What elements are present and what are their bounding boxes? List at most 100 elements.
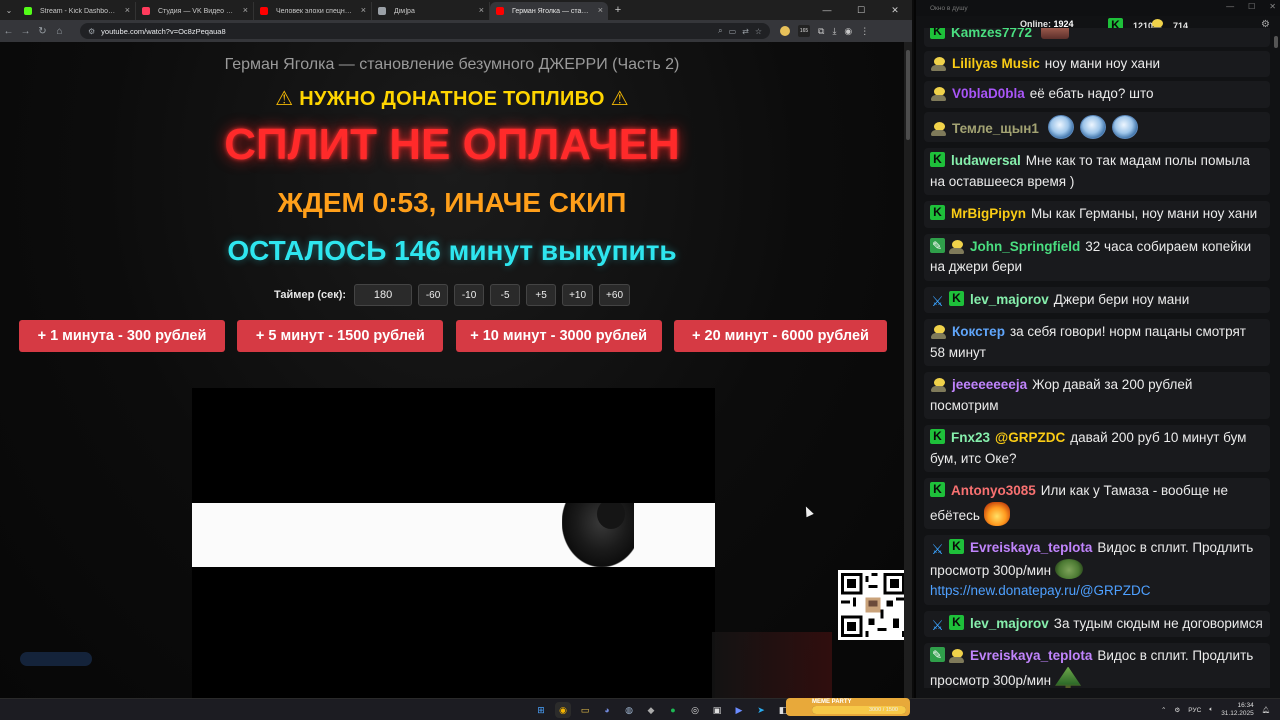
chat-mention[interactable]: @GRPZDC	[995, 430, 1065, 445]
app-icon[interactable]: ◆	[643, 702, 659, 718]
profile-icon[interactable]: ◉	[844, 26, 852, 37]
page-scrollbar[interactable]	[904, 42, 912, 698]
chat-username[interactable]: lev_majorov	[970, 292, 1049, 307]
avatar-badge-icon	[930, 377, 947, 392]
timer-minus-10-button[interactable]: -10	[454, 284, 485, 306]
omnibox-actions: ⌕ ▭ ⇄ ☆	[718, 23, 762, 39]
widget-progress-text: 3000 / 1500	[868, 707, 898, 713]
steam-icon[interactable]: ◍	[621, 702, 637, 718]
donate-buttons: + 1 минута - 300 рублей + 5 минут - 1500…	[19, 320, 887, 352]
tab-search-icon[interactable]: ⌄	[0, 0, 18, 20]
kick-badge-icon	[930, 481, 945, 497]
chat-username[interactable]: Evreiskaya_teplota	[970, 648, 1092, 663]
chat-scrollbar[interactable]	[1274, 36, 1278, 48]
tab-youtube-video[interactable]: Человек элохи спецназа. Как ×	[254, 2, 372, 20]
cast-icon[interactable]: ▭	[729, 27, 737, 36]
chat-username[interactable]: Lililyas Music	[952, 56, 1040, 71]
keyboard-language[interactable]: РУС	[1188, 707, 1201, 714]
recommended-thumbnail[interactable]	[712, 632, 832, 698]
kick-badge-icon	[930, 151, 945, 167]
back-icon[interactable]: ←	[0, 26, 17, 37]
new-tab-button[interactable]: +	[608, 4, 628, 16]
translate-icon[interactable]: ⇄	[742, 27, 749, 36]
close-tab-icon[interactable]: ×	[125, 5, 130, 15]
timer-plus-10-button[interactable]: +10	[562, 284, 594, 306]
clock-date: 31.12.2025	[1221, 710, 1254, 717]
chat-username[interactable]: jeeeeeeeeja	[952, 377, 1027, 392]
minimize-icon[interactable]: —	[810, 0, 844, 20]
chat-username[interactable]: John_Springfield	[970, 239, 1080, 254]
kick-badge-icon	[930, 28, 945, 39]
telegram-icon[interactable]: ➤	[753, 702, 769, 718]
close-window-icon[interactable]: ✕	[1269, 2, 1276, 11]
app-icon[interactable]: ▶	[731, 702, 747, 718]
clock[interactable]: 16:34 31.12.2025	[1221, 702, 1254, 718]
donate-20-minutes-button[interactable]: + 20 минут - 6000 рублей	[673, 320, 887, 352]
meme-party-widget[interactable]: MEME PARTY 3000 / 1500	[786, 698, 910, 716]
extension-counter-icon[interactable]: 165	[798, 25, 810, 37]
chat-username[interactable]: Antonyo3085	[951, 483, 1036, 498]
chat-username[interactable]: Кокстер	[952, 324, 1005, 339]
maximize-icon[interactable]: ☐	[844, 0, 878, 20]
tab-title: Студия — VK Видео Live	[158, 7, 235, 15]
chat-username[interactable]: ludawersal	[951, 153, 1021, 168]
discord-icon[interactable]: ◕	[599, 702, 615, 718]
windows-start-icon[interactable]: ⊞	[533, 702, 549, 718]
timer-input[interactable]: 180	[354, 284, 413, 306]
close-tab-icon[interactable]: ×	[598, 5, 603, 15]
menu-kebab-icon[interactable]: ⋮	[860, 26, 869, 37]
minimize-icon[interactable]: —	[1226, 2, 1234, 11]
notifications-icon[interactable]: 🔔︎	[1262, 706, 1270, 714]
chat-window-controls: — ☐ ✕	[1226, 2, 1276, 11]
wait-countdown: ЖДЕМ 0:53, ИНАЧЕ СКИП	[277, 187, 627, 218]
tab-vk-studio[interactable]: Студия — VK Видео Live ×	[136, 2, 254, 20]
timer-plus-60-button[interactable]: +60	[599, 284, 631, 306]
video-player[interactable]	[192, 388, 715, 698]
ball-emote-icon	[1111, 114, 1138, 139]
maximize-icon[interactable]: ☐	[1248, 2, 1255, 11]
extension-icon[interactable]	[780, 26, 790, 36]
timer-plus-5-button[interactable]: +5	[526, 284, 557, 306]
bookmark-star-icon[interactable]: ☆	[755, 27, 762, 36]
volume-icon[interactable]: 🔈︎	[1209, 706, 1213, 714]
tray-chevron-icon[interactable]: ⌃	[1161, 706, 1166, 714]
explorer-icon[interactable]: ▭	[577, 702, 593, 718]
timer-minus-60-button[interactable]: -60	[418, 284, 449, 306]
timer-controls: Таймер (сек): 180 -60 -10 -5 +5 +10 +60	[0, 284, 904, 306]
obs-icon[interactable]: ◎	[687, 702, 703, 718]
chat-link[interactable]: https://new.donatepay.ru/@GRPZDC	[930, 583, 1151, 598]
tab-youtube-active[interactable]: Герман Яголка — становлени ×	[490, 2, 608, 20]
chat-username[interactable]: Evreiskaya_teplota	[970, 540, 1092, 555]
extensions-puzzle-icon[interactable]: ⧉	[818, 26, 824, 37]
chat-username[interactable]: Fnx23	[951, 430, 990, 445]
tray-app-icon[interactable]: ⚙	[1174, 706, 1180, 714]
zoom-icon[interactable]: ⌕	[718, 26, 722, 36]
spotify-icon[interactable]: ●	[665, 702, 681, 718]
chat-username[interactable]: MrBigPipyn	[951, 206, 1026, 221]
close-tab-icon[interactable]: ×	[479, 5, 484, 15]
chat-username[interactable]: Kamzes7772	[951, 28, 1032, 40]
close-tab-icon[interactable]: ×	[243, 5, 248, 15]
close-window-icon[interactable]: ✕	[878, 0, 912, 20]
timer-minus-5-button[interactable]: -5	[490, 284, 521, 306]
site-info-icon[interactable]: ⚙	[88, 27, 95, 36]
chat-username[interactable]: Темле_щын1	[952, 121, 1039, 136]
tab-kick-dashboard[interactable]: Stream - Kick Dashboard ×	[18, 2, 136, 20]
donate-10-minutes-button[interactable]: + 10 минут - 3000 рублей	[455, 320, 662, 352]
download-icon[interactable]: ⤓	[832, 26, 836, 37]
chat-username[interactable]: V0blaD0bla	[952, 86, 1025, 101]
chat-username[interactable]: lev_majorov	[970, 616, 1049, 631]
forward-icon[interactable]: →	[17, 26, 34, 37]
scrollbar-thumb[interactable]	[906, 50, 910, 140]
editor-badge-icon	[930, 645, 945, 666]
donate-5-minutes-button[interactable]: + 5 минут - 1500 рублей	[237, 320, 444, 352]
close-tab-icon[interactable]: ×	[361, 5, 366, 15]
home-icon[interactable]: ⌂	[51, 26, 68, 37]
app-icon[interactable]: ▣	[709, 702, 725, 718]
donate-1-minute-button[interactable]: + 1 минута - 300 рублей	[19, 320, 225, 352]
chrome-icon[interactable]: ◉	[555, 702, 571, 718]
address-bar[interactable]: ⚙ youtube.com/watch?v=Oc8zPeqaua8 ⌕ ▭ ⇄ …	[80, 23, 770, 39]
tab-dimra[interactable]: Дім]ра ×	[372, 2, 490, 20]
kick-badge-icon	[930, 428, 945, 444]
reload-icon[interactable]: ↻	[34, 26, 51, 37]
